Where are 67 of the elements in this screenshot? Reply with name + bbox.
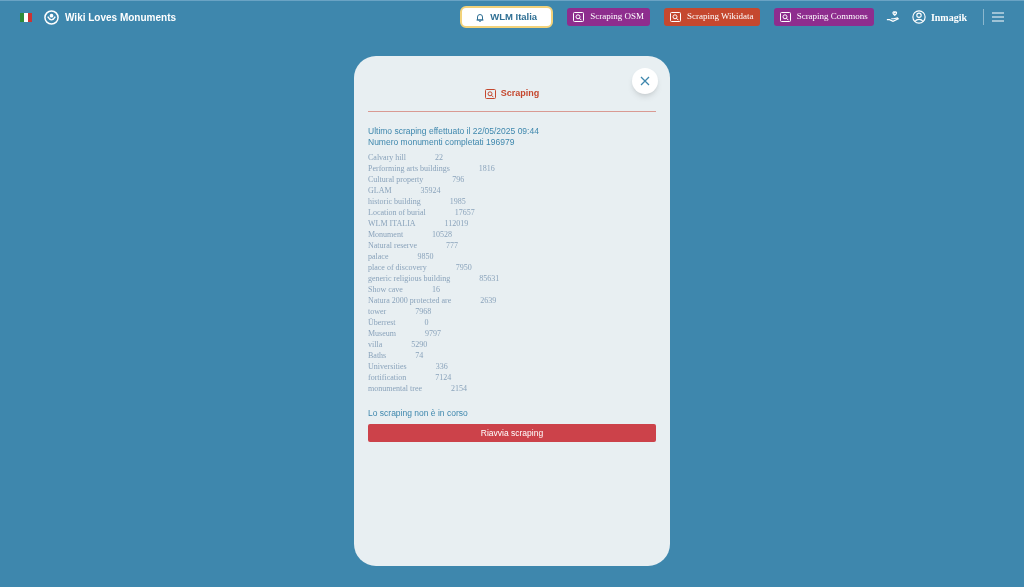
donate-hand-icon[interactable] <box>885 10 900 24</box>
user-name[interactable]: Inmagik <box>930 9 967 25</box>
category-count: 2154 <box>451 383 467 394</box>
category-count: 16 <box>431 284 440 295</box>
category-label: Museum <box>368 328 396 339</box>
modal-title: Scraping <box>500 86 540 100</box>
logo-icon <box>44 9 59 25</box>
close-icon <box>640 76 650 86</box>
category-count: 0 <box>424 317 429 328</box>
category-label: Natural reserve <box>368 240 418 251</box>
category-count: 1985 <box>449 196 466 207</box>
category-label: Performing arts buildings <box>368 163 450 174</box>
category-count: 9797 <box>425 328 441 339</box>
category-label: palace <box>368 251 389 262</box>
category-count: 796 <box>452 174 465 185</box>
category-count: 17657 <box>454 207 475 218</box>
category-label: Location of burial <box>368 207 426 218</box>
category-count: 7124 <box>435 372 452 383</box>
info-text: Numero monumenti completati 196979 <box>368 136 516 147</box>
italy-flag-icon <box>20 12 32 22</box>
close-button[interactable] <box>632 68 658 94</box>
category-label: GLAM <box>368 185 392 196</box>
category-label: tower <box>368 306 387 317</box>
scraping-icon <box>779 12 791 22</box>
brand-title: Wiki Loves Monuments <box>65 10 177 25</box>
category-label: place of discovery <box>368 262 427 273</box>
restart-scraping-button[interactable]: Riavvia scraping <box>368 424 656 443</box>
category-count: 336 <box>435 361 448 372</box>
nav-button[interactable]: Scraping OSM <box>567 8 650 26</box>
category-label: Baths <box>368 350 387 361</box>
category-count: 2639 <box>480 295 497 306</box>
category-count: 5290 <box>411 339 428 350</box>
category-count: 74 <box>415 350 424 361</box>
category-label: historic building <box>368 196 421 207</box>
category-count: 112019 <box>444 218 469 229</box>
category-label: Show cave <box>368 284 403 295</box>
category-label: Überrest <box>368 317 396 328</box>
nav-button[interactable]: Scraping Wikidata <box>663 8 760 26</box>
category-label: Monument <box>368 229 404 240</box>
nav-button[interactable]: Scraping Commons <box>773 8 874 26</box>
category-count: 22 <box>435 152 443 163</box>
status-text: Lo scraping non è in corso <box>368 408 469 419</box>
category-count: 7950 <box>455 262 472 273</box>
category-count: 85631 <box>479 273 500 284</box>
nav-button[interactable]: WLM Italia <box>460 6 554 28</box>
category-count: 777 <box>446 240 459 251</box>
category-label: Cultural property <box>368 174 424 185</box>
scraping-icon <box>484 88 496 99</box>
info-text: Ultimo scraping effettuato il 22/05/2025 09:44 <box>368 126 540 137</box>
menu-icon[interactable] <box>992 12 1004 22</box>
category-label: monumental tree <box>368 383 422 394</box>
category-label: fortification <box>368 372 407 383</box>
category-count: 35924 <box>420 185 441 196</box>
scraping-icon <box>573 12 585 22</box>
bell-icon <box>476 12 485 22</box>
category-count: 10528 <box>432 229 453 240</box>
category-label: generic religious building <box>368 273 451 284</box>
user-icon[interactable] <box>911 10 926 24</box>
category-label: villa <box>368 339 383 350</box>
category-count: 1816 <box>478 163 495 174</box>
scraping-icon <box>669 12 681 22</box>
category-label: Universities <box>368 361 407 372</box>
category-label: Natura 2000 protected are <box>368 295 452 306</box>
category-count: 9850 <box>417 251 434 262</box>
category-count: 7968 <box>415 306 432 317</box>
category-label: Calvary hill <box>368 152 406 163</box>
category-label: WLM ITALIA <box>368 218 416 229</box>
